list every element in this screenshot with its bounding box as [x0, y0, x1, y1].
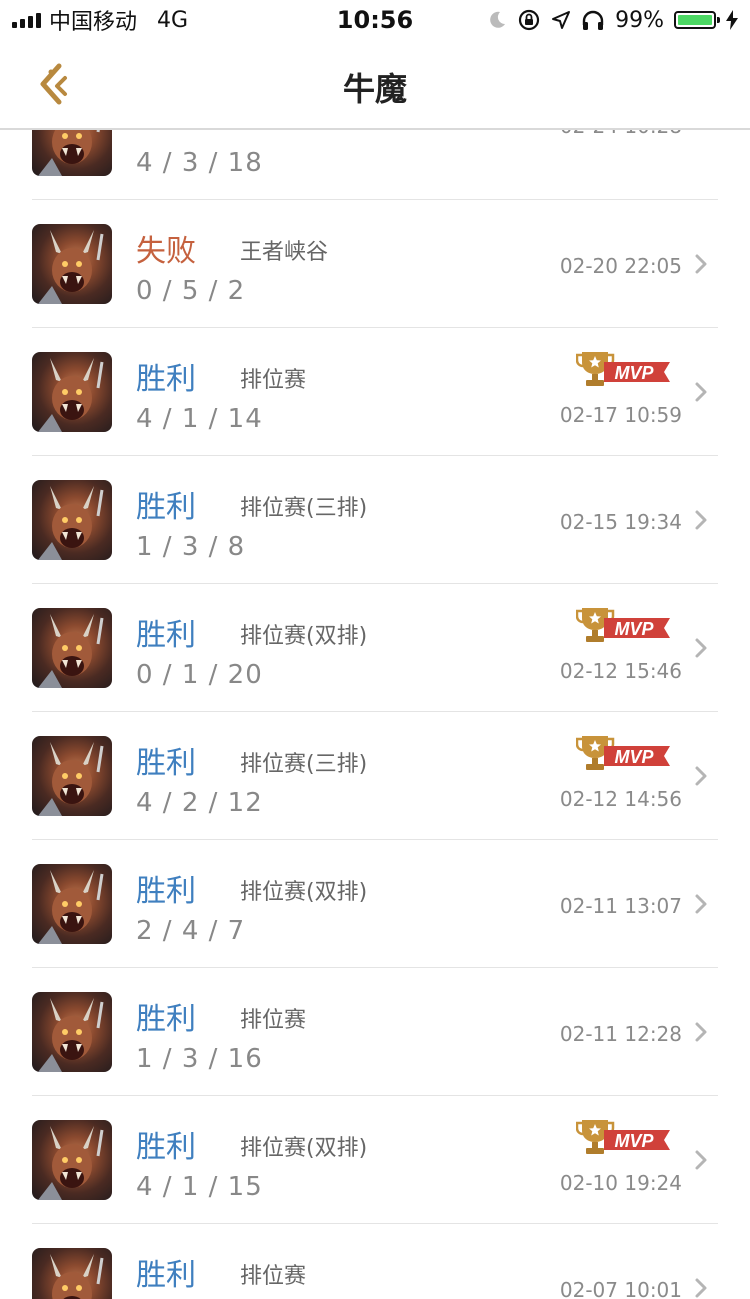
mvp-label: MVP [614, 363, 654, 383]
kda-score: 0 / 5 / 2 [136, 276, 246, 306]
battery-percent: 99% [615, 7, 664, 33]
chevron-right-icon [695, 638, 707, 658]
match-row[interactable]: 胜利 排位赛(三排) 4 / 2 / 12 02-12 14:56 MVP [32, 712, 718, 840]
status-right: 99% [487, 6, 738, 34]
hero-avatar [32, 352, 112, 432]
match-row[interactable]: 胜利 排位赛(三排) 1 / 3 / 8 02-15 19:34 [32, 456, 718, 584]
mvp-badge: MVP [576, 736, 670, 770]
moon-icon [490, 11, 506, 28]
mvp-badge: MVP [576, 1120, 670, 1154]
match-result: 胜利 [136, 490, 196, 525]
game-mode: 排位赛 [240, 1008, 307, 1033]
headphones-icon [582, 10, 604, 30]
hero-avatar [32, 1248, 112, 1299]
match-result: 胜利 [136, 1130, 196, 1165]
kda-score: 4 / 3 / 18 [136, 148, 263, 178]
kda-score: 4 / 1 / 14 [136, 404, 263, 434]
page-title: 牛魔 [342, 70, 407, 108]
kda-score: 4 / 1 / 15 [136, 1172, 263, 1202]
match-row[interactable]: 胜利 排位赛 4 / 1 / 14 02-17 10:59 MVP [32, 328, 718, 456]
match-result: 失败 [136, 234, 196, 269]
match-time: 02-17 10:59 [559, 403, 682, 427]
match-time: 02-12 15:46 [559, 659, 682, 683]
navigation-bar: 牛魔 [0, 40, 750, 130]
match-result: 胜利 [136, 618, 196, 653]
kda-score: 1 / 3 / 16 [136, 1044, 263, 1074]
match-result: 胜利 [136, 746, 196, 781]
match-list-content: 4 / 3 / 18 02-24 10:28 失败 王者峡谷 0 / 5 / 2… [0, 130, 750, 1299]
kda-score: 0 / 1 / 20 [136, 660, 263, 690]
chevron-right-icon [695, 766, 707, 786]
hero-avatar [32, 608, 112, 688]
match-row[interactable]: 失败 王者峡谷 0 / 5 / 2 02-20 22:05 [32, 200, 718, 328]
match-row[interactable]: 胜利 排位赛(双排) 4 / 1 / 15 02-10 19:24 MVP [32, 1096, 718, 1224]
game-mode: 排位赛(双排) [240, 880, 368, 905]
match-result: 胜利 [136, 874, 196, 909]
match-time: 02-12 14:56 [559, 787, 682, 811]
match-result: 胜利 [136, 1002, 196, 1037]
match-row[interactable]: 胜利 排位赛(双排) 2 / 4 / 7 02-11 13:07 [32, 840, 718, 968]
match-time: 02-07 10:01 [559, 1278, 682, 1299]
game-mode: 排位赛(三排) [240, 752, 368, 777]
mvp-label: MVP [614, 619, 654, 639]
match-row[interactable]: 胜利 排位赛(双排) 0 / 1 / 20 02-12 15:46 MVP [32, 584, 718, 712]
chevron-right-icon [695, 510, 707, 530]
chevron-right-icon [695, 1150, 707, 1170]
kda-score: 2 / 4 / 7 [136, 916, 246, 946]
match-time: 02-11 12:28 [559, 1022, 682, 1046]
match-time: 02-24 10:28 [560, 130, 682, 138]
match-row[interactable]: 胜利 排位赛 2 / 5 / 12 02-07 10:01 [32, 1224, 718, 1299]
match-time: 02-15 19:34 [559, 510, 682, 534]
hero-avatar [32, 130, 112, 176]
match-time: 02-11 13:07 [559, 894, 682, 918]
hero-avatar [32, 736, 112, 816]
status-bar: 中国移动 4G 10:56 99% [0, 0, 750, 40]
hero-avatar [32, 992, 112, 1072]
chevron-right-icon [695, 382, 707, 402]
hero-avatar [32, 224, 112, 304]
game-mode: 排位赛(三排) [240, 496, 368, 521]
mvp-badge: MVP [576, 608, 670, 642]
game-mode: 排位赛(双排) [240, 1136, 368, 1161]
mvp-badge: MVP [576, 352, 670, 386]
match-history-list[interactable]: 4 / 3 / 18 02-24 10:28 失败 王者峡谷 0 / 5 / 2… [0, 130, 750, 1299]
match-result: 胜利 [136, 362, 196, 397]
hero-avatar [32, 1120, 112, 1200]
kda-score: 1 / 3 / 8 [136, 532, 246, 562]
mvp-label: MVP [614, 1131, 654, 1151]
chevron-right-icon [695, 894, 707, 914]
battery-icon [674, 11, 720, 29]
chevron-right-icon [695, 254, 707, 274]
match-row[interactable]: 胜利 排位赛 1 / 3 / 16 02-11 12:28 [32, 968, 718, 1096]
kda-score: 4 / 2 / 12 [136, 788, 263, 818]
match-time: 02-10 19:24 [559, 1171, 682, 1195]
hero-avatar [32, 864, 112, 944]
game-mode: 王者峡谷 [240, 240, 329, 265]
chevron-right-icon [695, 1022, 707, 1042]
game-mode: 排位赛 [240, 368, 307, 393]
chevron-right-icon [695, 1278, 707, 1298]
match-row[interactable]: 4 / 3 / 18 02-24 10:28 [32, 130, 718, 200]
battery-fill [678, 15, 712, 25]
mvp-label: MVP [614, 747, 654, 767]
location-arrow-icon [552, 11, 571, 29]
match-result: 胜利 [136, 1258, 196, 1293]
orientation-lock-icon [518, 9, 540, 31]
hero-avatar [32, 480, 112, 560]
charging-bolt-icon [726, 10, 738, 30]
game-mode: 排位赛(双排) [240, 624, 368, 649]
game-mode: 排位赛 [240, 1264, 307, 1289]
match-time: 02-20 22:05 [559, 254, 682, 278]
